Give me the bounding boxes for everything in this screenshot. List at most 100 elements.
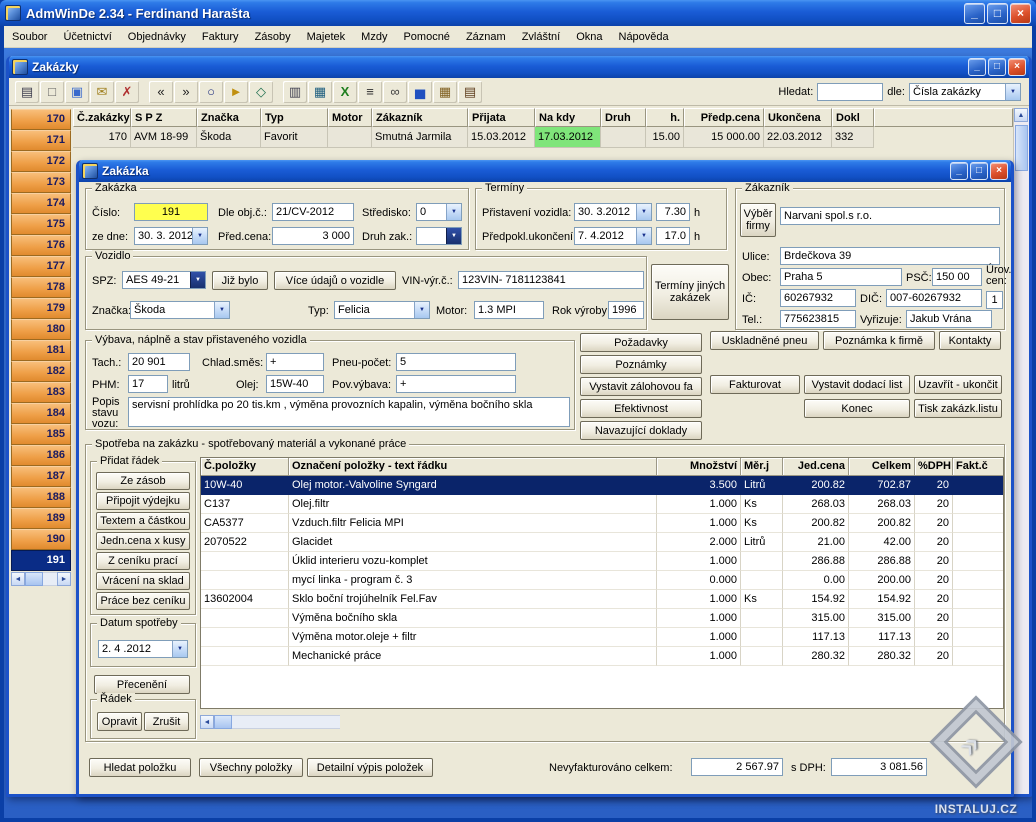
menu-item[interactable]: Soubor: [4, 28, 55, 46]
efektivnost-button[interactable]: Efektivnost: [580, 399, 702, 418]
ic-field[interactable]: 60267932: [780, 289, 856, 307]
order-number-cell[interactable]: 187: [11, 466, 71, 487]
grid-header-cell[interactable]: Typ: [261, 108, 328, 127]
menu-item[interactable]: Faktury: [194, 28, 247, 46]
typ-combo[interactable]: Felicia ▼: [334, 301, 430, 319]
scroll-left-icon[interactable]: ◄: [200, 715, 214, 729]
scrollbar-thumb[interactable]: [25, 572, 43, 586]
item-cell[interactable]: 280.32: [783, 647, 849, 666]
chevron-down-icon[interactable]: ▼: [172, 641, 187, 657]
item-cell[interactable]: 315.00: [783, 609, 849, 628]
vystavit-zalohovou-button[interactable]: Vystavit zálohovou fa: [580, 377, 702, 396]
scroll-left-icon[interactable]: ◄: [11, 572, 25, 586]
item-cell[interactable]: 280.32: [849, 647, 915, 666]
scrollbar-track[interactable]: [43, 572, 57, 586]
order-row[interactable]: 170 AVM 18-99 Škoda Favorit Smutná Jarmi…: [73, 127, 1013, 148]
pristaveni-time-field[interactable]: 7.30: [656, 203, 690, 221]
order-number-cell[interactable]: 179: [11, 298, 71, 319]
item-cell[interactable]: [953, 647, 1003, 666]
grid-header-cell[interactable]: S P Z: [131, 108, 197, 127]
minimize-button[interactable]: _: [950, 162, 968, 180]
item-cell[interactable]: 20: [915, 647, 953, 666]
new-icon[interactable]: □: [40, 81, 64, 103]
stredisko-combo[interactable]: 0 ▼: [416, 203, 462, 221]
order-number-cell[interactable]: 172: [11, 151, 71, 172]
item-cell[interactable]: 21.00: [783, 533, 849, 552]
list-icon[interactable]: ≡: [358, 81, 382, 103]
item-cell[interactable]: C137: [201, 495, 289, 514]
item-cell[interactable]: 3.500: [657, 476, 741, 495]
minimize-button[interactable]: _: [964, 3, 985, 24]
order-number-cell[interactable]: 174: [11, 193, 71, 214]
terminy-jinych-button[interactable]: Termíny jiných zakázek: [651, 264, 729, 320]
menu-item[interactable]: Objednávky: [120, 28, 194, 46]
chlad-field[interactable]: +: [266, 353, 324, 371]
phm-field[interactable]: 17: [128, 375, 168, 393]
item-cell[interactable]: 315.00: [849, 609, 915, 628]
motor-field[interactable]: 1.3 MPI: [474, 301, 544, 319]
item-cell[interactable]: 1.000: [657, 609, 741, 628]
menu-item[interactable]: Účetnictví: [55, 28, 119, 46]
order-number-cell[interactable]: 175: [11, 214, 71, 235]
print-icon[interactable]: ▤: [15, 81, 39, 103]
item-row[interactable]: Výměna motor.oleje + filtr 1.000 117.13 …: [201, 628, 1003, 647]
menu-item[interactable]: Záznam: [458, 28, 514, 46]
item-cell[interactable]: [953, 476, 1003, 495]
item-cell[interactable]: 20: [915, 628, 953, 647]
delete-icon[interactable]: ✗: [115, 81, 139, 103]
close-button[interactable]: ×: [1008, 58, 1026, 76]
item-row[interactable]: C137 Olej.filtr 1.000 Ks 268.03 268.03 2…: [201, 495, 1003, 514]
textem-a-castkou-button[interactable]: Textem a částkou: [96, 512, 190, 530]
item-cell[interactable]: 200.82: [783, 514, 849, 533]
psc-field[interactable]: 150 00: [932, 268, 982, 286]
item-cell[interactable]: 0.000: [657, 571, 741, 590]
chevron-down-icon[interactable]: ▼: [636, 204, 651, 220]
grid-cell[interactable]: Škoda: [197, 127, 261, 148]
datum-spotreby-combo[interactable]: 2. 4 .2012 ▼: [98, 640, 188, 658]
item-cell[interactable]: Glacidet: [289, 533, 657, 552]
cards-icon[interactable]: ▦: [433, 81, 457, 103]
grid-cell[interactable]: 170: [73, 127, 131, 148]
item-cell[interactable]: 117.13: [849, 628, 915, 647]
item-row[interactable]: Úklid interieru vozu-komplet 1.000 286.8…: [201, 552, 1003, 571]
item-cell[interactable]: 20: [915, 533, 953, 552]
item-row[interactable]: CA5377 Vzduch.filtr Felicia MPI 1.000 Ks…: [201, 514, 1003, 533]
order-number-cell[interactable]: 181: [11, 340, 71, 361]
order-number-cell[interactable]: 191: [11, 550, 71, 571]
ukonceni-time-field[interactable]: 17.0: [656, 227, 690, 245]
menu-item[interactable]: Mzdy: [353, 28, 395, 46]
grid-cell[interactable]: 15 000.00: [684, 127, 764, 148]
item-cell[interactable]: 1.000: [657, 495, 741, 514]
maximize-button[interactable]: □: [987, 3, 1008, 24]
item-cell[interactable]: 268.03: [783, 495, 849, 514]
grid-header-cell[interactable]: Motor: [328, 108, 372, 127]
order-number-cell[interactable]: 176: [11, 235, 71, 256]
grid-header-cell[interactable]: Přijata: [468, 108, 535, 127]
cislo-field[interactable]: 191: [134, 203, 208, 221]
item-cell[interactable]: 20: [915, 609, 953, 628]
select-icon[interactable]: ◇: [249, 81, 273, 103]
item-cell[interactable]: Ks: [741, 590, 783, 609]
item-cell[interactable]: [953, 628, 1003, 647]
item-row[interactable]: 13602004 Sklo boční trojúhelník Fel.Fav …: [201, 590, 1003, 609]
item-cell[interactable]: [953, 552, 1003, 571]
zrusit-button[interactable]: Zrušit: [144, 712, 189, 731]
grid-header-cell[interactable]: h.: [646, 108, 684, 127]
chart-icon[interactable]: ▅: [408, 81, 432, 103]
item-cell[interactable]: 20: [915, 495, 953, 514]
grid-header-cell[interactable]: Dokl: [832, 108, 874, 127]
menu-item[interactable]: Nápověda: [611, 28, 677, 46]
item-row[interactable]: Mechanické práce 1.000 280.32 280.32 20: [201, 647, 1003, 666]
urov-cen-field[interactable]: 1: [986, 291, 1003, 309]
grid-cell[interactable]: 15.03.2012: [468, 127, 535, 148]
item-cell[interactable]: [953, 533, 1003, 552]
print-grid-icon[interactable]: ▥: [283, 81, 307, 103]
item-cell[interactable]: [741, 571, 783, 590]
item-cell[interactable]: Úklid interieru vozu-komplet: [289, 552, 657, 571]
item-cell[interactable]: 13602004: [201, 590, 289, 609]
pov-vybava-field[interactable]: +: [396, 375, 516, 393]
scrollbar-thumb[interactable]: [214, 715, 232, 729]
item-cell[interactable]: Litrů: [741, 533, 783, 552]
item-cell[interactable]: 200.82: [783, 476, 849, 495]
item-cell[interactable]: Ks: [741, 514, 783, 533]
